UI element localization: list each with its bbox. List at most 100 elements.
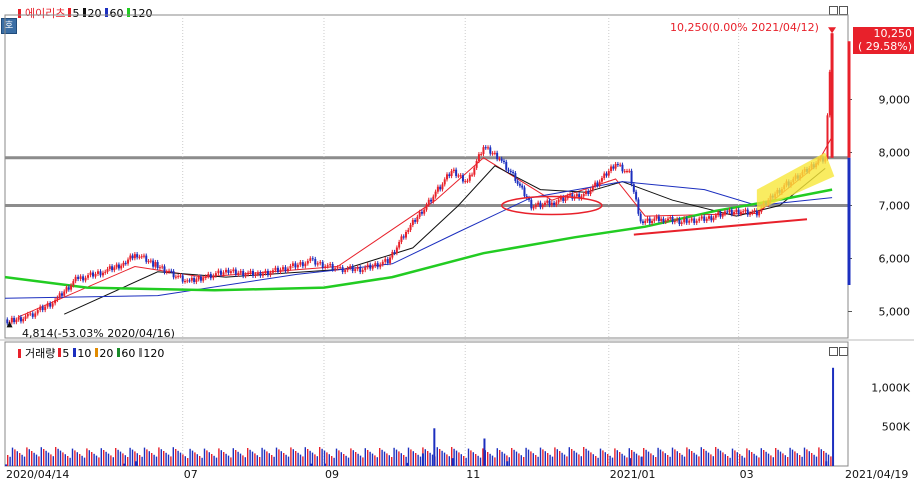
volume-bar [551, 456, 554, 466]
volume-bar [626, 457, 628, 466]
candle-body [266, 270, 269, 276]
candle-body [751, 211, 754, 214]
volume-bar [239, 453, 242, 466]
candle-body [605, 173, 608, 176]
volume-bar [820, 449, 822, 466]
candle-body [500, 158, 503, 161]
candle-body [70, 285, 73, 290]
volume-bar [26, 447, 28, 466]
candle-body [427, 199, 430, 205]
candle-body [521, 185, 524, 188]
candle-body [6, 319, 9, 324]
stock-chart: 5,000 6,000 7,000 8,000 9,000 500K 1,000K 2020… [0, 14, 914, 480]
volume-bar [403, 455, 405, 466]
candle-body [826, 115, 829, 159]
candle-body [591, 186, 594, 191]
candle-body [366, 264, 369, 268]
candle-body [165, 271, 168, 273]
volume-bar [33, 452, 35, 466]
candle-body [361, 270, 364, 272]
volume-bar [314, 454, 316, 466]
volume-bar [633, 451, 635, 466]
candle-body [87, 275, 90, 278]
volume-bar [271, 455, 273, 466]
volume-bar [376, 457, 378, 466]
volume-panel-frame [4, 341, 849, 467]
volume-bar [220, 450, 222, 466]
volume-bar [635, 453, 638, 466]
candle-body [84, 277, 87, 281]
volume-bar [91, 452, 93, 466]
volume-bar [295, 451, 297, 466]
candle-body [274, 267, 277, 271]
volume-bar [791, 449, 794, 466]
volume-bar [352, 450, 354, 466]
volume-bar [170, 456, 172, 466]
candle-body [457, 175, 460, 177]
candle-body [31, 313, 34, 317]
volume-spike [483, 438, 486, 466]
volume-bar [319, 447, 321, 466]
candle-body [534, 204, 537, 208]
volume-bar [110, 455, 112, 466]
candle-body [690, 218, 693, 221]
volume-bar [700, 447, 702, 466]
limit-up-candle [830, 33, 834, 158]
candle-body [74, 276, 77, 282]
candle-body [56, 297, 59, 300]
volume-bar [266, 451, 268, 466]
volume-bar [525, 447, 527, 466]
volume-bar [763, 450, 765, 466]
volume-bar [86, 448, 88, 466]
candle-body [99, 271, 102, 276]
volume-bar [31, 451, 33, 466]
volume-bar [698, 456, 700, 466]
volume-bar [455, 450, 458, 466]
candle-body [261, 273, 264, 276]
volume-bar [751, 452, 753, 466]
candle-body [138, 256, 141, 258]
candle-body [306, 260, 309, 264]
candle-body [589, 190, 592, 194]
volume-bar [587, 450, 590, 466]
volume-bar [787, 457, 789, 466]
candle-body [117, 264, 120, 269]
candle-body [505, 161, 508, 170]
candle-body [89, 272, 92, 276]
volume-bar [23, 456, 26, 466]
candle-body [418, 211, 421, 217]
volume-bar [117, 449, 119, 466]
volume-bar [647, 451, 650, 466]
volume-bar [331, 456, 333, 466]
candle-body [446, 174, 449, 180]
candle-body [321, 262, 324, 268]
volume-bar [650, 453, 652, 466]
volume-bar [595, 456, 597, 466]
candle-body [448, 174, 451, 177]
candle-body [174, 276, 177, 278]
volume-bar [739, 454, 741, 466]
candle-body [662, 218, 665, 222]
volume-bar [64, 454, 66, 466]
candle-body [346, 268, 349, 271]
volume-bar [57, 448, 59, 466]
candle-body [247, 272, 250, 275]
volume-bar [340, 452, 342, 466]
candle-body [646, 218, 649, 221]
candle-body [728, 209, 731, 213]
y-tick-label: 6,000 [879, 253, 911, 266]
candle-body [17, 317, 20, 320]
volume-bar [357, 453, 359, 466]
candle-body [546, 200, 549, 203]
volume-bar [815, 456, 818, 466]
volume-bar [256, 455, 258, 466]
candle-body [225, 269, 228, 273]
candle-body [60, 293, 63, 296]
candle-body [553, 202, 556, 205]
volume-bar [794, 451, 796, 466]
candle-body [644, 220, 647, 224]
candle-body [29, 313, 32, 315]
candle-body [710, 216, 713, 221]
volume-bar [710, 454, 712, 466]
volume-bar [446, 454, 448, 466]
